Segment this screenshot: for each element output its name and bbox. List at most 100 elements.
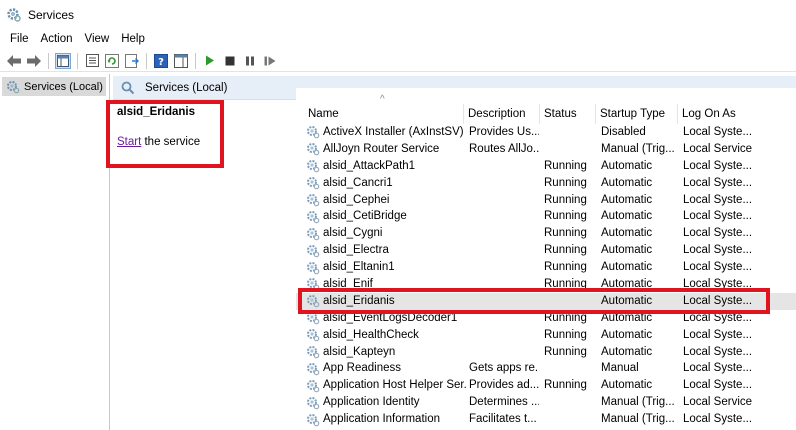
console-tree: Services (Local) xyxy=(0,74,110,430)
service-startup-type: Automatic xyxy=(601,244,653,257)
service-row[interactable]: alsid_CetiBridge Running Automatic Local Sy… xyxy=(296,208,796,225)
service-log-on-as: Local Syste... xyxy=(683,328,753,341)
tree-item-label: Services (Local) xyxy=(24,80,103,93)
column-header-startup-type[interactable]: Startup Type xyxy=(596,104,678,124)
service-gear-icon xyxy=(307,126,320,139)
service-log-on-as: Local Syste... xyxy=(683,294,753,307)
menu-action[interactable]: Action xyxy=(35,33,79,45)
service-gear-icon xyxy=(307,379,320,393)
stop-service-icon[interactable] xyxy=(222,53,238,69)
service-gear-icon xyxy=(307,362,320,376)
pause-service-icon[interactable] xyxy=(242,53,258,69)
service-status: Running xyxy=(544,261,587,274)
service-startup-type: Automatic xyxy=(601,261,653,274)
services-header-title: Services (Local) xyxy=(145,81,228,94)
column-header-log-on-as[interactable]: Log On As xyxy=(678,104,750,124)
service-row[interactable]: alsid_Cephei Running Automatic Local Syste.… xyxy=(296,192,796,209)
tree-item-services-local[interactable]: Services (Local) xyxy=(2,77,106,96)
service-gear-icon xyxy=(307,413,320,426)
start-service-icon[interactable] xyxy=(202,53,218,69)
toolbar: ? xyxy=(0,50,796,72)
service-description: Provides ad... xyxy=(469,379,539,392)
service-row[interactable]: alsid_Eltanin1 Running Automatic Local Syst… xyxy=(296,259,796,276)
service-status: Running xyxy=(544,328,587,341)
service-row[interactable]: alsid_Eridanis Automatic Local Syste... xyxy=(296,292,796,310)
console-tree-icon[interactable] xyxy=(55,52,71,69)
service-log-on-as: Local Syste... xyxy=(683,176,753,189)
service-log-on-as: Local Syste... xyxy=(683,311,753,324)
column-header-name[interactable]: Name xyxy=(304,104,464,124)
service-gear-icon xyxy=(307,278,320,291)
service-startup-type: Disabled xyxy=(601,126,646,138)
back-arrow-icon[interactable] xyxy=(6,53,22,69)
show-hide-action-pane-icon[interactable] xyxy=(173,53,189,69)
service-name-cell: Application Information xyxy=(306,411,466,428)
service-name-cell: App Readiness xyxy=(306,360,466,377)
service-row[interactable]: Application Identity Determines ... Manual… xyxy=(296,394,796,411)
resume-service-icon[interactable] xyxy=(262,53,278,69)
service-name: Application Identity xyxy=(323,396,420,409)
service-status: Running xyxy=(544,379,587,392)
service-log-on-as: Local Service xyxy=(683,142,753,155)
service-row[interactable]: ActiveX Installer (AxInstSV) Provides Us.… xyxy=(296,124,796,141)
service-status: Running xyxy=(544,176,587,189)
service-log-on-as: Local Syste... xyxy=(683,159,753,172)
service-gear-icon xyxy=(307,244,320,257)
service-row[interactable]: alsid_Cancri1 Running Automatic Local Syste… xyxy=(296,175,796,192)
menu-view[interactable]: View xyxy=(79,33,116,45)
service-status: Running xyxy=(544,210,587,223)
column-header-description[interactable]: Description xyxy=(464,104,540,124)
service-description: Determines ... xyxy=(469,396,539,409)
service-detail-panel: alsid_Eridanis Start the service xyxy=(113,100,303,430)
column-header-status[interactable]: Status xyxy=(540,104,596,124)
start-service-link[interactable]: Start xyxy=(117,136,141,148)
service-name-cell: AllJoyn Router Service xyxy=(306,141,466,158)
service-rows: ActiveX Installer (AxInstSV) Provides Us.… xyxy=(296,124,796,428)
service-log-on-as: Local Syste... xyxy=(683,379,753,392)
toolbar-divider xyxy=(195,52,196,69)
service-row[interactable]: Application Host Helper Ser... Provides a… xyxy=(296,377,796,394)
service-gear-icon xyxy=(307,160,320,173)
service-row[interactable]: App Readiness Gets apps re... Manual Local … xyxy=(296,360,796,377)
service-name: ActiveX Installer (AxInstSV) xyxy=(323,126,464,138)
service-name-cell: alsid_AttackPath1 xyxy=(306,158,466,175)
service-log-on-as: Local Syste... xyxy=(683,413,753,426)
forward-arrow-icon[interactable] xyxy=(26,53,42,69)
refresh-icon[interactable] xyxy=(104,53,120,69)
service-row[interactable]: alsid_AttackPath1 Running Automatic Local S… xyxy=(296,158,796,175)
service-log-on-as: Local Syste... xyxy=(683,362,753,375)
service-startup-type: Automatic xyxy=(601,379,653,392)
service-status: Running xyxy=(544,278,587,291)
service-startup-type: Automatic xyxy=(601,193,653,206)
service-row[interactable]: alsid_Cygni Running Automatic Local Syste..… xyxy=(296,225,796,242)
service-name: alsid_Electra xyxy=(323,244,389,257)
service-name: alsid_AttackPath1 xyxy=(323,159,416,172)
service-row[interactable]: Application Information Facilitates t... M… xyxy=(296,411,796,428)
service-row[interactable]: alsid_Enif Running Automatic Local Syste... xyxy=(296,276,796,293)
service-gear-icon xyxy=(307,312,320,325)
service-log-on-as: Local Syste... xyxy=(683,278,753,291)
service-row[interactable]: alsid_HealthCheck Running Automatic Local S… xyxy=(296,327,796,344)
title-bar: Services xyxy=(0,0,796,30)
service-row[interactable]: alsid_EventLogsDecoder1 Running Automatic L… xyxy=(296,310,796,327)
service-gear-icon xyxy=(307,396,320,410)
properties-icon[interactable] xyxy=(84,53,100,69)
service-name: alsid_Kapteyn xyxy=(323,345,396,358)
service-name: AllJoyn Router Service xyxy=(323,142,440,155)
menu-help[interactable]: Help xyxy=(115,33,151,45)
service-gear-icon xyxy=(307,329,320,342)
service-gear-icon xyxy=(307,210,320,224)
service-row[interactable]: alsid_Electra Running Automatic Local Syste… xyxy=(296,242,796,259)
service-startup-type: Automatic xyxy=(601,278,653,291)
help-icon[interactable]: ? xyxy=(153,53,169,69)
service-log-on-as: Local Service xyxy=(683,396,753,409)
service-startup-type: Automatic xyxy=(601,176,653,189)
service-name: alsid_EventLogsDecoder1 xyxy=(323,311,458,324)
service-row[interactable]: AllJoyn Router Service Routes AllJo... Man… xyxy=(296,141,796,158)
service-row[interactable]: alsid_Kapteyn Running Automatic Local Syste… xyxy=(296,344,796,361)
service-startup-type: Manual (Trig... xyxy=(601,413,675,426)
menu-file[interactable]: File xyxy=(4,33,35,45)
window-title: Services xyxy=(28,8,75,22)
service-gear-icon xyxy=(307,227,320,241)
export-list-icon[interactable] xyxy=(124,53,140,69)
